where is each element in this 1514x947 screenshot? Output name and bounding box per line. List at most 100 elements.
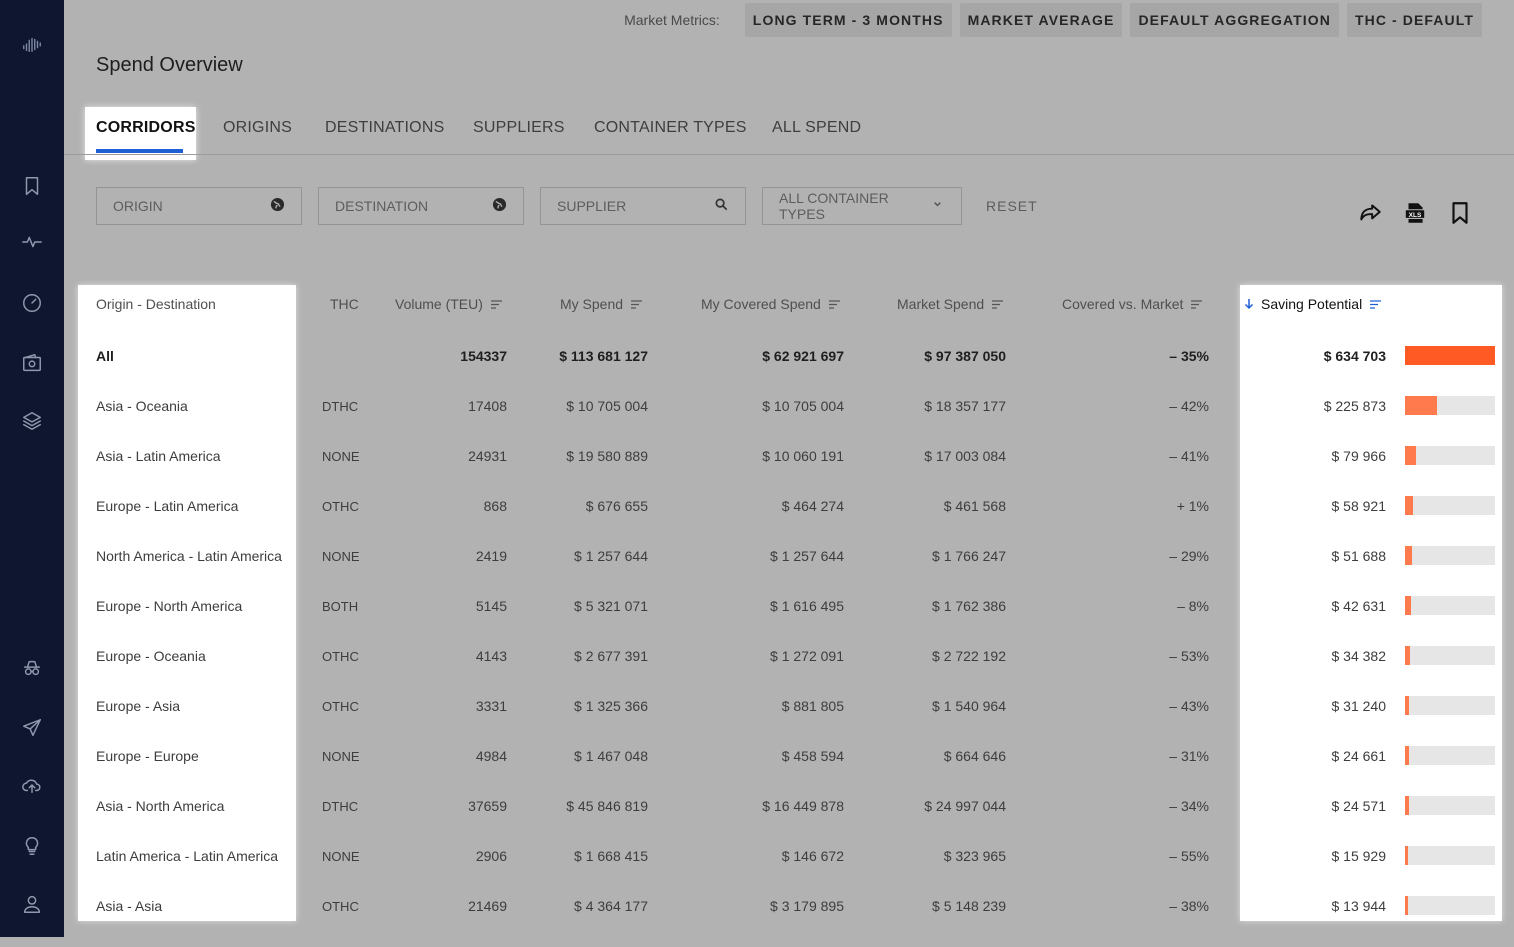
cell-covered-vs-market: – 38% xyxy=(1169,898,1209,914)
metric-thc-button[interactable]: THC - DEFAULT xyxy=(1346,3,1482,37)
origin-filter[interactable]: ORIGIN xyxy=(96,187,302,225)
cell-thc: DTHC xyxy=(322,799,359,814)
table-row[interactable]: Asia - Oceania DTHC 17408 $ 10 705 004 $ 10 … xyxy=(0,396,1514,447)
cell-volume: 17408 xyxy=(468,398,507,414)
sort-icon xyxy=(828,299,840,309)
cell-market-spend: $ 2 722 192 xyxy=(932,648,1006,664)
sort-icon xyxy=(1370,299,1382,309)
saving-potential-bar-fill xyxy=(1405,496,1413,515)
tabs-divider xyxy=(64,154,1514,155)
tab-corridors[interactable]: CORRIDORS xyxy=(96,119,196,137)
tab-container-types[interactable]: CONTAINER TYPES xyxy=(594,119,747,137)
cell-my-spend: $ 1 668 415 xyxy=(574,848,648,864)
tab-all-spend[interactable]: ALL SPEND xyxy=(772,119,861,137)
pulse-icon[interactable] xyxy=(20,230,44,254)
cell-thc: OTHC xyxy=(322,499,359,514)
logo-icon[interactable] xyxy=(20,32,44,56)
table-row[interactable]: Europe - Oceania OTHC 4143 $ 2 677 391 $ 1 2… xyxy=(0,646,1514,697)
cell-saving-potential: $ 15 929 xyxy=(1331,848,1387,864)
saving-potential-bar xyxy=(1405,596,1495,615)
cell-thc: NONE xyxy=(322,549,360,564)
cell-market-spend: $ 18 357 177 xyxy=(924,398,1006,414)
saving-potential-bar-fill xyxy=(1405,696,1409,715)
cell-market-spend: $ 1 762 386 xyxy=(932,598,1006,614)
cell-saving-potential: $ 51 688 xyxy=(1331,548,1387,564)
cell-my-spend: $ 10 705 004 xyxy=(566,398,648,414)
table-row[interactable]: Europe - Asia OTHC 3331 $ 1 325 366 $ 881 80… xyxy=(0,696,1514,747)
cell-volume: 154337 xyxy=(460,348,507,364)
cell-market-spend: $ 1 766 247 xyxy=(932,548,1006,564)
header-market-spend[interactable]: Market Spend xyxy=(897,296,1004,312)
reset-button[interactable]: RESET xyxy=(986,198,1038,214)
cell-corridor: Europe - Latin America xyxy=(96,498,239,514)
table-row[interactable]: Europe - Europe NONE 4984 $ 1 467 048 $ 458 … xyxy=(0,746,1514,797)
market-metrics-bar: Market Metrics: LONG TERM - 3 MONTHS MAR… xyxy=(624,3,1482,37)
table-row[interactable]: Asia - North America DTHC 37659 $ 45 846 81… xyxy=(0,796,1514,847)
header-saving-potential[interactable]: Saving Potential xyxy=(1244,296,1382,312)
svg-text:XLS: XLS xyxy=(1409,212,1422,219)
cell-my-spend: $ 5 321 071 xyxy=(574,598,648,614)
container-type-select[interactable]: ALL CONTAINER TYPES xyxy=(762,187,962,225)
market-metrics-label: Market Metrics: xyxy=(624,12,720,28)
cell-volume: 3331 xyxy=(475,698,507,714)
supplier-filter[interactable]: SUPPLIER xyxy=(540,187,746,225)
bookmark-icon[interactable] xyxy=(20,174,44,198)
active-tab-underline xyxy=(96,149,183,153)
tab-destinations[interactable]: DESTINATIONS xyxy=(325,119,444,137)
destination-filter[interactable]: DESTINATION xyxy=(318,187,524,225)
cell-covered-vs-market: – 8% xyxy=(1177,598,1209,614)
cell-covered-spend: $ 10 705 004 xyxy=(762,398,844,414)
tab-origins[interactable]: ORIGINS xyxy=(223,119,292,137)
header-volume[interactable]: Volume (TEU) xyxy=(395,296,502,312)
tab-suppliers[interactable]: SUPPLIERS xyxy=(473,119,565,137)
header-covered-spend[interactable]: My Covered Spend xyxy=(701,296,840,312)
xls-export-icon[interactable]: XLS xyxy=(1402,200,1428,226)
saving-potential-bar-fill xyxy=(1405,346,1495,365)
metric-average-button[interactable]: MARKET AVERAGE xyxy=(959,3,1123,37)
table-row-total[interactable]: All 154337 $ 113 681 127 $ 62 921 697 $ 97 3… xyxy=(0,346,1514,397)
speedometer-icon[interactable] xyxy=(20,291,44,315)
cell-thc: BOTH xyxy=(322,599,359,614)
cell-market-spend: $ 97 387 050 xyxy=(924,348,1006,364)
search-icon xyxy=(714,197,729,215)
header-my-spend[interactable]: My Spend xyxy=(560,296,643,312)
share-icon[interactable] xyxy=(1357,200,1383,226)
table-row[interactable]: Latin America - Latin America NONE 2906 $ 1… xyxy=(0,846,1514,897)
table-row[interactable]: Europe - Latin America OTHC 868 $ 676 655 $ … xyxy=(0,496,1514,547)
page-title: Spend Overview xyxy=(96,54,243,76)
sort-icon xyxy=(490,299,502,309)
header-corridor[interactable]: Origin - Destination xyxy=(96,296,216,312)
cell-my-spend: $ 19 580 889 xyxy=(566,448,648,464)
cell-covered-vs-market: + 1% xyxy=(1176,498,1209,514)
sort-icon xyxy=(631,299,643,309)
table-row[interactable]: Asia - Latin America NONE 24931 $ 19 580 88… xyxy=(0,446,1514,497)
table-row[interactable]: North America - Latin America NONE 2419 $ 1… xyxy=(0,546,1514,597)
destination-filter-placeholder: DESTINATION xyxy=(335,198,429,214)
cell-covered-vs-market: – 43% xyxy=(1169,698,1209,714)
cell-saving-potential: $ 225 873 xyxy=(1323,398,1386,414)
cell-corridor: North America - Latin America xyxy=(96,548,282,564)
chevron-down-icon xyxy=(930,197,945,215)
cell-covered-vs-market: – 41% xyxy=(1169,448,1209,464)
saving-potential-bar xyxy=(1405,696,1495,715)
saving-potential-bar xyxy=(1405,846,1495,865)
cell-covered-spend: $ 1 272 091 xyxy=(770,648,844,664)
saving-potential-bar xyxy=(1405,646,1495,665)
cell-covered-vs-market: – 29% xyxy=(1169,548,1209,564)
saving-potential-bar-fill xyxy=(1405,896,1408,915)
saving-potential-bar xyxy=(1405,396,1495,415)
table-row[interactable]: Europe - North America BOTH 5145 $ 5 321 07… xyxy=(0,596,1514,647)
cell-saving-potential: $ 634 703 xyxy=(1323,348,1386,364)
cell-volume: 868 xyxy=(483,498,507,514)
saving-potential-bar xyxy=(1405,346,1495,365)
header-thc[interactable]: THC xyxy=(330,296,359,312)
table-row[interactable]: Asia - Asia OTHC 21469 $ 4 364 177 $ 3 179 8… xyxy=(0,896,1514,947)
metric-term-button[interactable]: LONG TERM - 3 MONTHS xyxy=(744,3,952,37)
bookmark-icon[interactable] xyxy=(1447,200,1473,226)
cell-market-spend: $ 461 568 xyxy=(943,498,1006,514)
header-covered-vs-market[interactable]: Covered vs. Market xyxy=(1062,296,1203,312)
sort-icon xyxy=(992,299,1004,309)
metric-aggregation-button[interactable]: DEFAULT AGGREGATION xyxy=(1130,3,1339,37)
cell-market-spend: $ 24 997 044 xyxy=(924,798,1006,814)
saving-potential-bar-fill xyxy=(1405,796,1409,815)
